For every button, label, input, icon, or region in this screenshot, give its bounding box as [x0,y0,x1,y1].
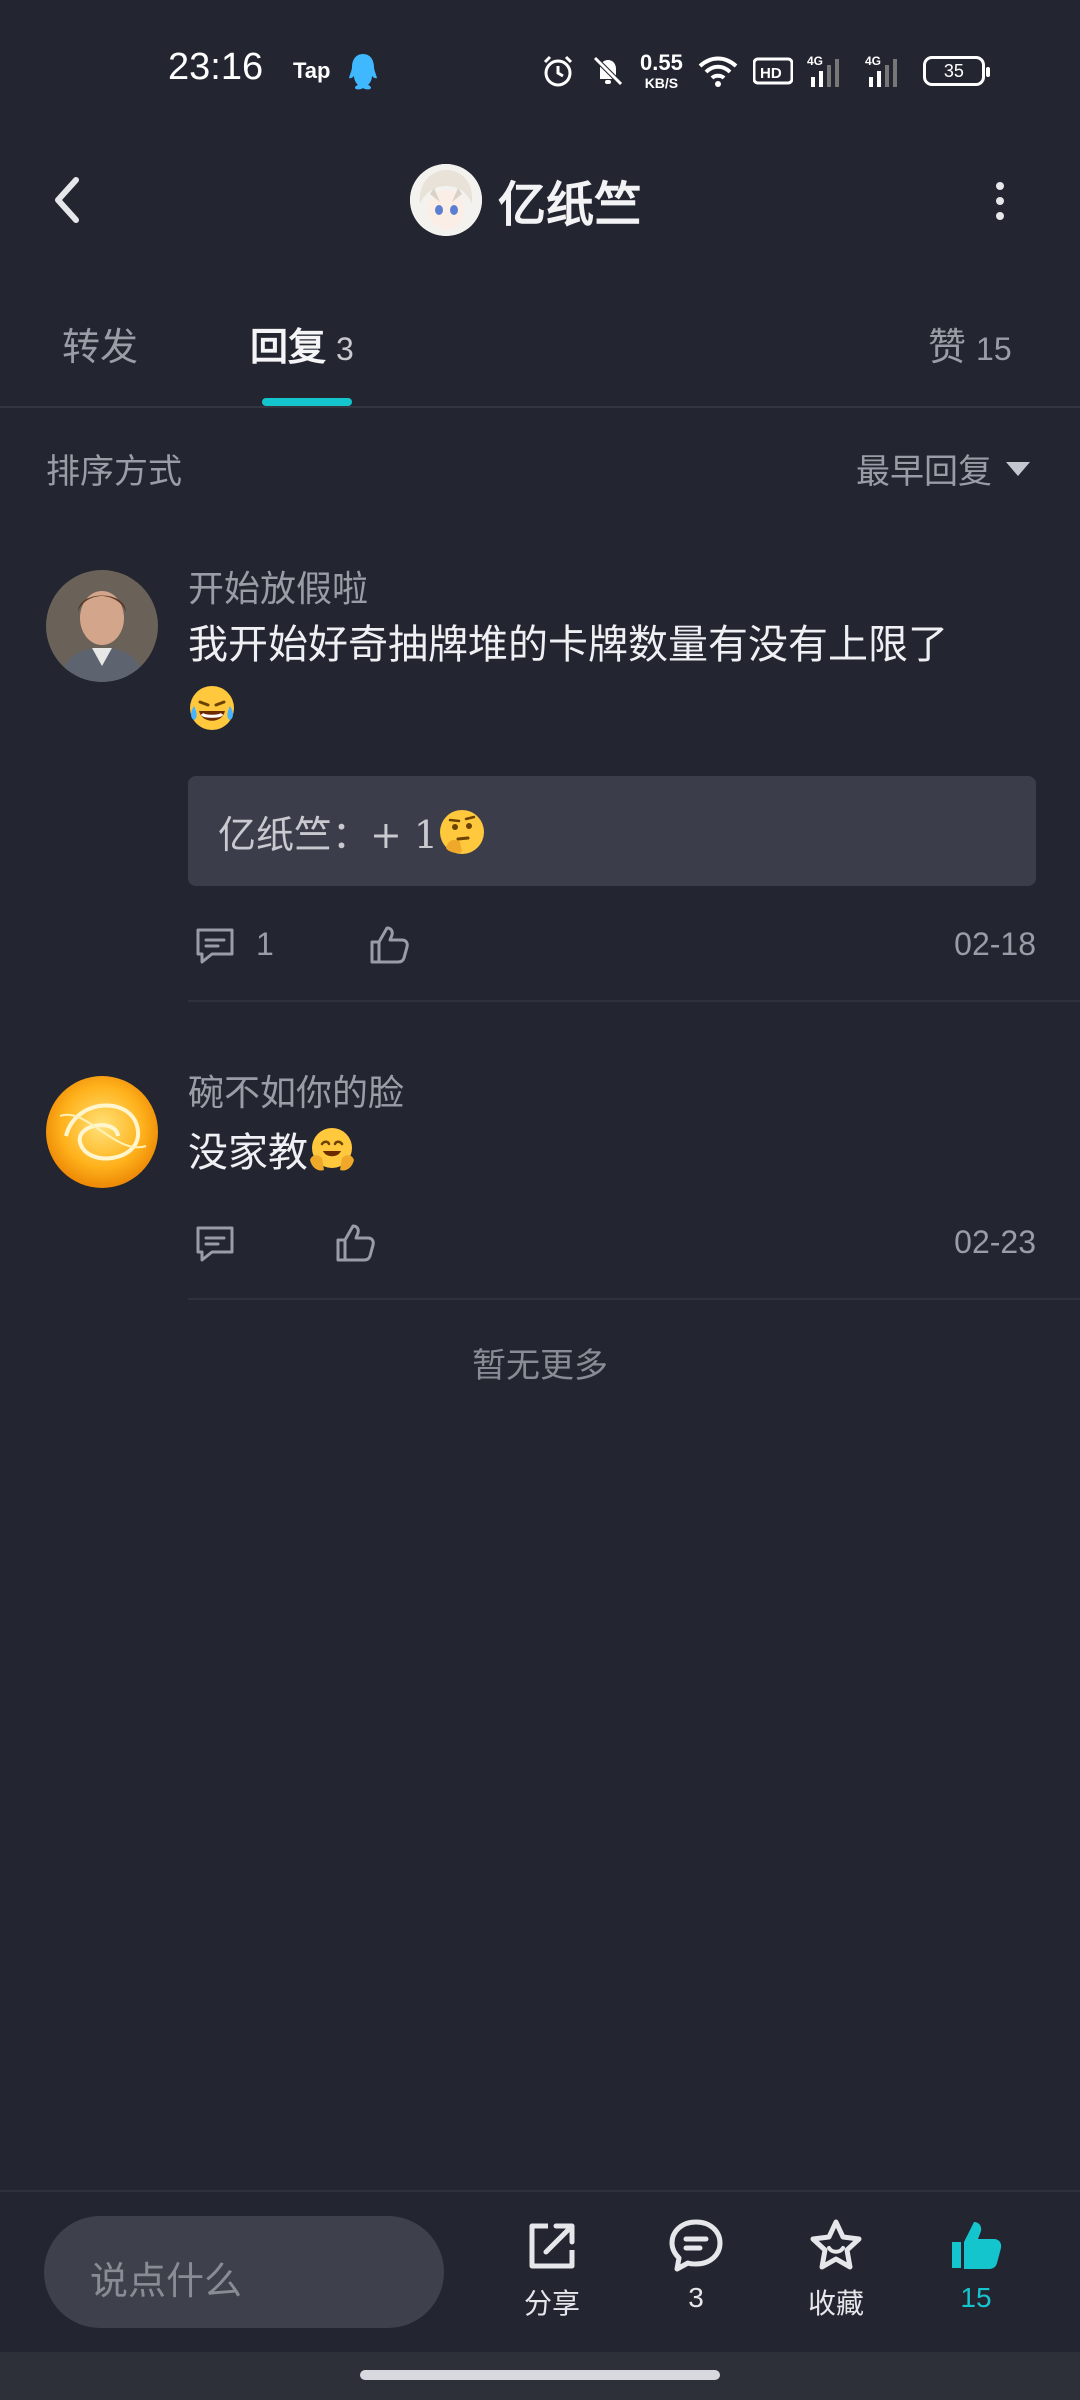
network-speed: 0.55 KB/S [640,50,683,91]
comment-author[interactable]: 碗不如你的脸 [188,1064,404,1116]
reply-button[interactable] [192,1220,238,1266]
qq-notification-icon [349,54,377,90]
reply-preview-box[interactable]: 亿纸竺：+ 1 [188,776,1036,886]
reply-preview-text: 亿纸竺：+ 1 [218,813,439,857]
mute-bell-icon [593,56,623,86]
battery-level: 35 [943,60,964,81]
signal-4g-sim2-icon: 4G [865,54,897,87]
network-speed-value: 0.55 [640,50,683,75]
like-count: 15 [960,2282,992,2313]
anime-avatar-icon [410,164,482,236]
comment-author[interactable]: 开始放假啦 [188,560,368,612]
comment-item: 开始放假啦 我开始好奇抽牌堆的卡牌数量有没有上限了 亿纸竺：+ 1 1 02-1… [0,560,1080,1002]
comment-actions: 1 02-18 [188,916,1036,976]
reply-button[interactable] [192,922,238,968]
comment-date: 02-23 [954,1224,1036,1260]
tab-repost[interactable]: 转发 [62,316,138,371]
avatar[interactable] [46,1076,158,1188]
header-avatar[interactable] [410,164,482,236]
comment-bubble-icon [669,2219,723,2272]
battery-icon: 35 [922,56,990,86]
comment-text: 没家教 [188,1120,1008,1186]
share-button[interactable]: 分享 [492,2216,612,2336]
system-navigation-bar [0,2352,1080,2400]
divider [188,1298,1080,1300]
tab-repost-label: 转发 [62,325,139,369]
wifi-icon [698,56,738,87]
alarm-icon [543,55,573,87]
sort-dropdown[interactable]: 最早回复 [856,444,1030,493]
svg-text:4G: 4G [865,54,881,68]
favorite-label: 收藏 [807,2287,864,2320]
comment-date: 02-18 [954,926,1036,962]
svg-text:HD: HD [760,65,782,82]
reply-count: 1 [256,926,274,962]
orange-swirl-avatar [46,1076,158,1188]
comment-item: 碗不如你的脸 没家教 02-23 [0,1064,1080,1300]
active-tab-indicator [262,398,352,406]
header-user[interactable]: 亿纸竺 [410,162,642,238]
reply-preview: 亿纸竺：+ 1 [218,804,486,859]
star-icon [810,2219,862,2270]
tab-likes[interactable]: 赞 15 [928,316,1012,371]
like-button[interactable] [366,922,412,968]
thumbs-up-filled-icon [952,2222,1002,2269]
like-button[interactable] [332,1220,378,1266]
comment-actions: 02-23 [188,1214,1036,1274]
header-title: 亿纸竺 [498,177,643,233]
comment-input-placeholder: 说点什么 [90,2259,243,2303]
sort-bar: 排序方式 最早回复 [0,430,1080,504]
avatar[interactable] [46,570,158,682]
divider [188,1000,1080,1002]
tab-replies-count: 3 [336,331,354,367]
tab-likes-count: 15 [976,331,1012,367]
signal-4g-sim1-icon: 4G [807,54,839,87]
tab-replies[interactable]: 回复 3 [250,316,354,371]
back-button[interactable] [40,168,100,232]
more-options-button[interactable] [980,176,1020,226]
status-time: 23:16 [168,46,264,88]
tap-notification-icon: Tap [293,58,331,83]
comments-count: 3 [688,2282,704,2313]
network-speed-unit: KB/S [644,75,679,91]
status-bar: 23:16 Tap 0.55 KB/S HD 4G 4G 35 [0,0,1080,140]
no-more-label: 暂无更多 [472,1346,608,1386]
caret-down-icon [1006,461,1030,476]
favorite-button[interactable]: 收藏 [776,2216,896,2336]
bottom-action-bar: 说点什么 分享 3 收藏 15 [0,2190,1080,2352]
tab-bar: 转发 回复 3 赞 15 [0,290,1080,408]
sort-value: 最早回复 [856,452,992,492]
comment-text: 我开始好奇抽牌堆的卡牌数量有没有上限了 [188,612,1008,744]
header: 亿纸竺 [0,140,1080,260]
comment-input[interactable]: 说点什么 [44,2216,444,2328]
comment-text-line: 我开始好奇抽牌堆的卡牌数量有没有上限了 [188,622,948,668]
comment-text-line: 没家教 [188,1130,308,1176]
hd-voice-icon: HD [752,57,793,85]
hugging-emoji-icon [310,1128,354,1171]
laughing-crying-emoji-icon [190,686,234,730]
sort-label: 排序方式 [46,452,182,492]
thinking-emoji-icon [440,810,485,854]
tab-replies-label: 回复 [250,324,327,369]
like-post-button[interactable]: 15 [916,2216,1036,2336]
svg-text:4G: 4G [807,54,823,68]
share-label: 分享 [523,2287,580,2320]
home-gesture-handle[interactable] [360,2370,720,2380]
user-photo-avatar [46,570,158,682]
share-icon [529,2223,575,2269]
status-icons: 0.55 KB/S HD 4G 4G 35 [540,46,990,96]
tab-likes-label: 赞 [928,325,967,369]
comments-button[interactable]: 3 [636,2216,756,2336]
